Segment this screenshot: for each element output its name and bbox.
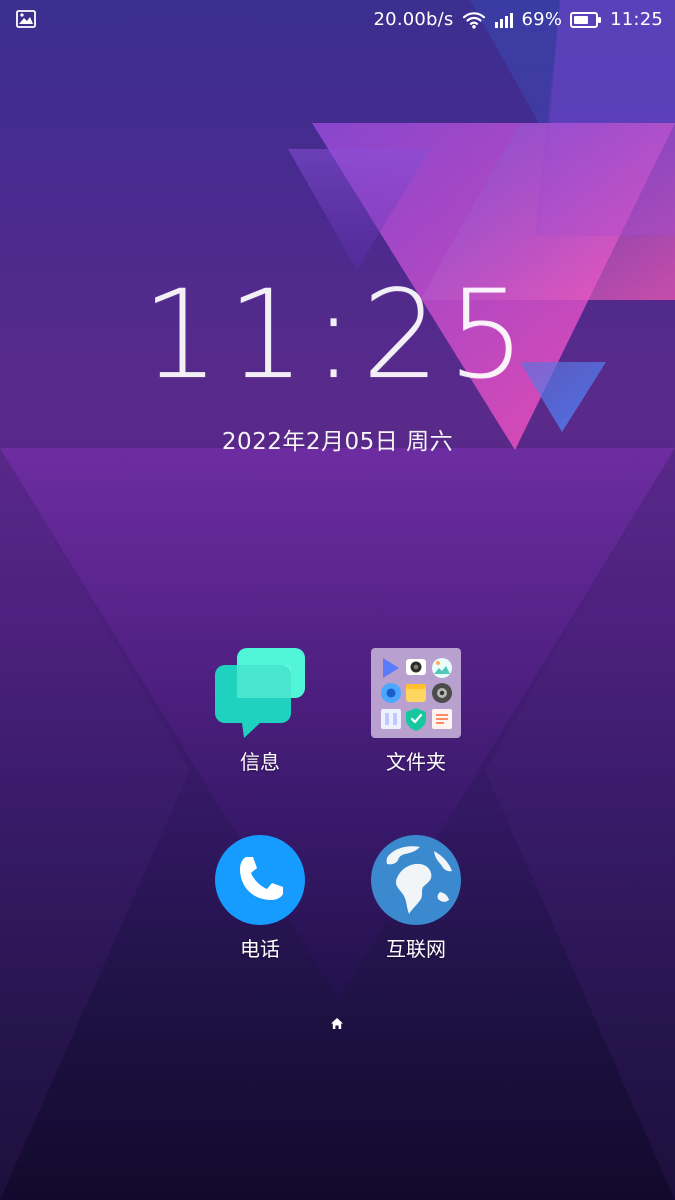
wifi-icon [462,11,486,29]
status-right: 20.00b/s 69% 11:25 [374,8,663,32]
status-bar: 20.00b/s 69% 11:25 [0,0,675,40]
folder-icon[interactable] [371,648,461,738]
message-icon[interactable] [215,648,305,738]
battery-percent: 69% [521,9,563,30]
app-message[interactable]: 信息 [190,648,330,788]
app-label-message: 信息 [240,750,280,774]
lockscreen-date: 2022年2月05日 周六 [221,429,454,455]
network-speed: 20.00b/s [373,9,454,30]
app-browser[interactable]: 互联网 [346,835,486,975]
signal-icon [494,11,514,29]
app-folder[interactable]: 文件夹 [346,648,486,788]
phone-icon[interactable] [215,835,305,925]
app-label-folder: 文件夹 [386,750,446,774]
app-label-phone: 电话 [240,937,280,961]
image-icon [16,10,36,28]
app-phone[interactable]: 电话 [190,835,330,975]
app-label-browser: 互联网 [386,937,446,961]
lockscreen-clock: 11:25 [141,264,534,406]
status-time: 11:25 [610,9,663,30]
battery-icon [570,11,602,29]
globe-icon[interactable] [371,835,461,925]
home-icon[interactable] [329,1016,345,1032]
